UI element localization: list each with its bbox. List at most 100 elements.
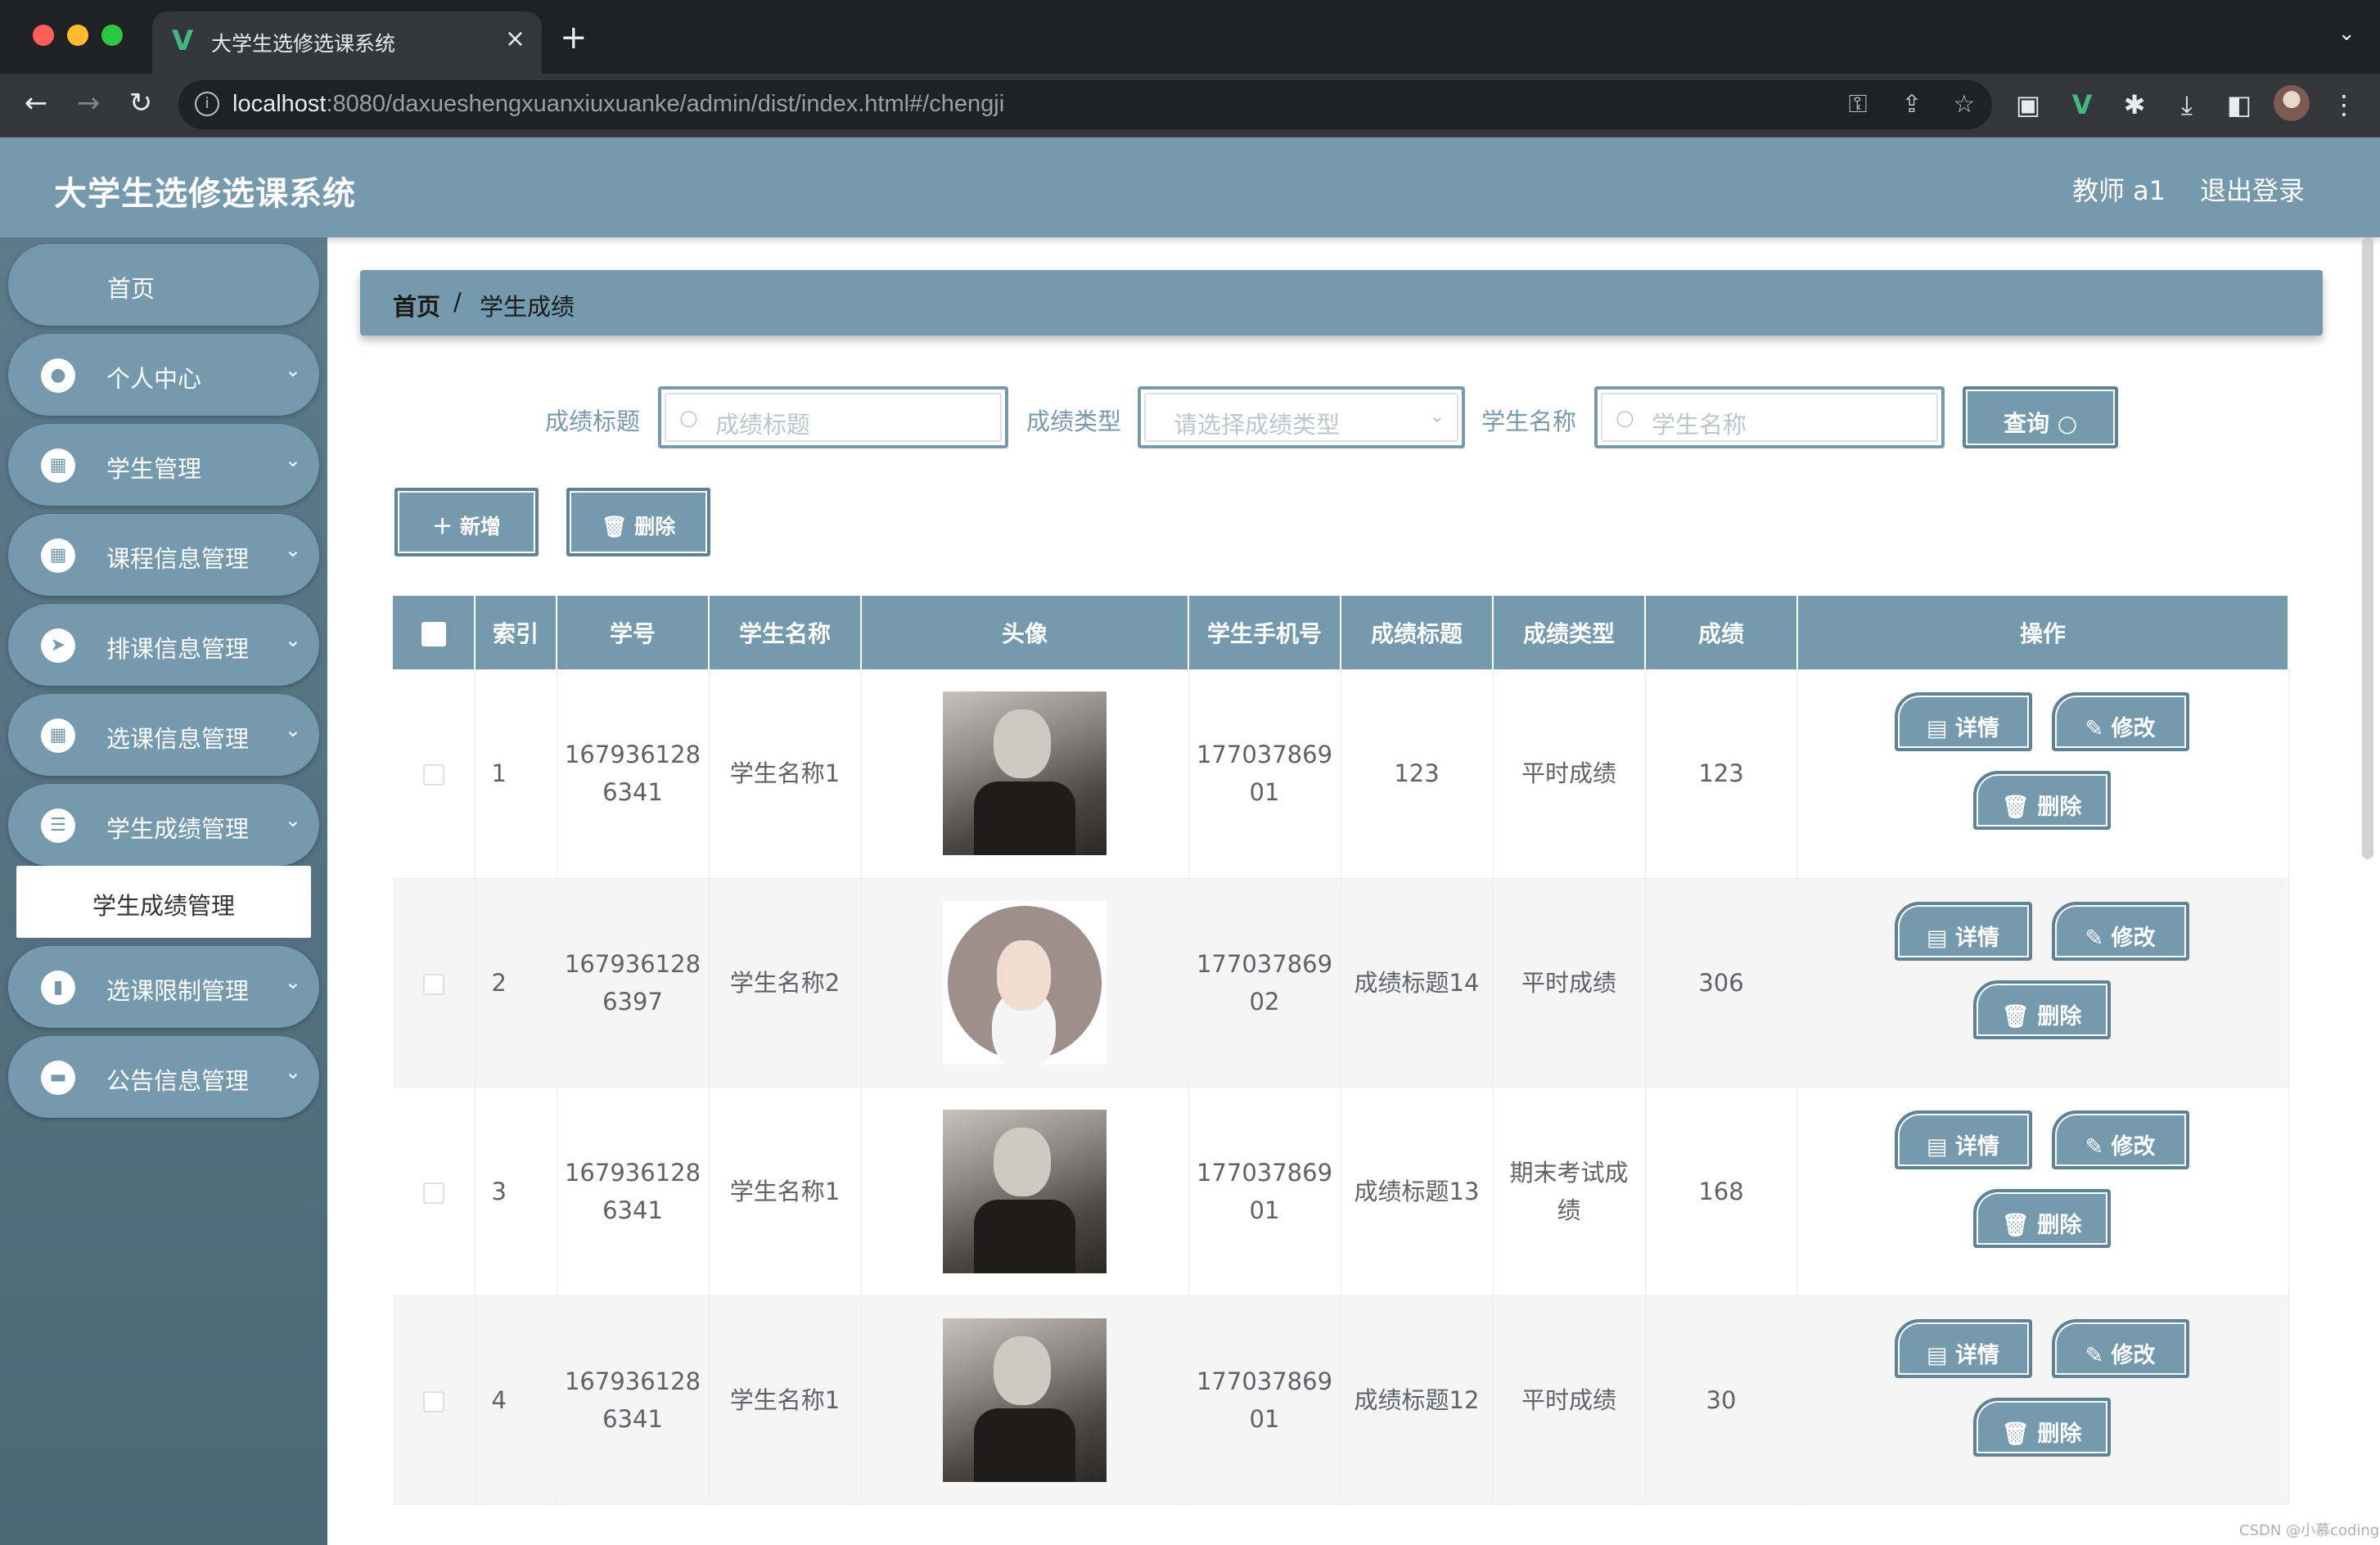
- reload-icon[interactable]: ↻: [123, 85, 159, 121]
- select-all-cell[interactable]: [393, 596, 476, 669]
- site-info-icon[interactable]: i: [195, 92, 219, 116]
- detail-button[interactable]: ▤ 详情: [1894, 901, 2032, 961]
- sidebar-item-courses[interactable]: ▦ 课程信息管理 ⌄: [8, 514, 319, 596]
- download-icon[interactable]: ⤓: [2169, 87, 2205, 123]
- cell-phone: 177037869 01: [1188, 669, 1341, 879]
- sidebar-item-home[interactable]: 首页: [8, 244, 319, 326]
- row-checkbox[interactable]: [422, 764, 444, 786]
- grid-icon: ▦: [41, 448, 75, 483]
- detail-button[interactable]: ▤ 详情: [1894, 1318, 2032, 1378]
- query-button[interactable]: 查询 ○: [1963, 386, 2118, 448]
- edit-button-label: ✎ 修改: [2085, 1133, 2156, 1160]
- student-name-label: 学生名称: [1481, 408, 1577, 435]
- cell-grade-title: 123: [1341, 669, 1494, 879]
- delete-button[interactable]: 🗑 删除: [1972, 1397, 2111, 1457]
- list-icon: ☰: [41, 809, 75, 843]
- detail-button[interactable]: ▤ 详情: [1894, 1110, 2032, 1169]
- add-button[interactable]: ＋ 新增: [394, 488, 539, 556]
- submenu-item-label: 学生成绩管理: [92, 892, 235, 920]
- sidebar-item-personal-center[interactable]: ● 个人中心 ⌄: [8, 334, 319, 416]
- page-scrollbar[interactable]: [2362, 237, 2373, 859]
- sidebar-item-scheduling[interactable]: ➤ 排课信息管理 ⌄: [8, 604, 319, 686]
- delete-button[interactable]: 🗑 删除: [1972, 1188, 2111, 1248]
- share-icon[interactable]: ⇪: [1895, 88, 1928, 121]
- edit-button[interactable]: ✎ 修改: [2051, 901, 2189, 961]
- search-icon: ○: [679, 406, 698, 430]
- delete-button-label: 🗑 删除: [2001, 1003, 2082, 1029]
- student-avatar-image: [943, 1318, 1107, 1482]
- edit-button-label: ✎ 修改: [2085, 925, 2156, 951]
- row-select-cell[interactable]: [393, 1295, 476, 1505]
- sidebar-item-label: 选课限制管理: [106, 977, 250, 1005]
- row-select-cell[interactable]: [393, 878, 476, 1088]
- table-row: 2 167936128 6397 学生名称2 177037869 02 成绩标题14 平时成绩…: [393, 878, 2289, 1088]
- extension-reader-icon[interactable]: ▣: [2010, 87, 2046, 123]
- cell-grade-type: 平时成绩: [1493, 878, 1646, 1088]
- header-avatar: 头像: [861, 596, 1189, 669]
- edit-button[interactable]: ✎ 修改: [2051, 692, 2189, 752]
- delete-button[interactable]: 🗑 删除: [1972, 980, 2111, 1039]
- row-select-cell[interactable]: [393, 1087, 476, 1296]
- cell-phone: 177037869 01: [1188, 1295, 1341, 1505]
- select-all-checkbox[interactable]: [421, 621, 446, 646]
- browser-menu-icon[interactable]: ⋮: [2326, 87, 2362, 123]
- sidebar-item-course-selection[interactable]: ▦ 选课信息管理 ⌄: [8, 694, 319, 776]
- edit-button[interactable]: ✎ 修改: [2051, 1110, 2189, 1169]
- cell-phone: 177037869 01: [1188, 1087, 1341, 1296]
- cell-grade-type: 期末考试成绩: [1493, 1087, 1646, 1296]
- cell-index: 2: [475, 878, 557, 1088]
- edit-button[interactable]: ✎ 修改: [2051, 1318, 2189, 1378]
- minimize-window-button[interactable]: [67, 25, 88, 46]
- maximize-window-button[interactable]: [101, 25, 123, 46]
- address-bar[interactable]: i localhost:8080/daxueshengxuanxiuxuanke…: [178, 80, 1992, 129]
- sidebar-item-students[interactable]: ▦ 学生管理 ⌄: [8, 424, 319, 506]
- logout-link[interactable]: 退出登录: [2200, 170, 2305, 208]
- sidebar-item-selection-limits[interactable]: ▮ 选课限制管理 ⌄: [8, 946, 319, 1028]
- close-window-button[interactable]: [33, 25, 54, 46]
- cell-grade-title: 成绩标题13: [1341, 1087, 1494, 1296]
- delete-button[interactable]: 🗑 删除: [1972, 771, 2111, 831]
- student-avatar-image: [943, 900, 1107, 1065]
- tab-close-icon[interactable]: ×: [505, 25, 525, 54]
- sidebar-item-announcements[interactable]: ▬ 公告信息管理 ⌄: [8, 1036, 319, 1118]
- vue-devtools-icon[interactable]: V: [2064, 87, 2100, 123]
- detail-button-label: ▤ 详情: [1927, 1342, 1999, 1368]
- tab-search-chevron-icon[interactable]: ⌄: [2337, 21, 2355, 46]
- detail-button-label: ▤ 详情: [1927, 925, 1999, 951]
- row-checkbox[interactable]: [422, 1182, 444, 1204]
- header-operations: 操作: [1797, 596, 2289, 669]
- edit-button-label: ✎ 修改: [2085, 1342, 2156, 1368]
- back-icon[interactable]: ←: [18, 85, 54, 121]
- side-panel-icon[interactable]: ◧: [2221, 87, 2257, 123]
- header-index: 索引: [475, 596, 557, 669]
- cell-grade-type: 平时成绩: [1493, 669, 1646, 879]
- row-checkbox[interactable]: [422, 1390, 444, 1412]
- header-grade-type: 成绩类型: [1493, 596, 1646, 669]
- header-grade-title: 成绩标题: [1341, 596, 1494, 669]
- breadcrumb-home[interactable]: 首页: [393, 288, 440, 322]
- grade-type-placeholder: 请选择成绩类型: [1174, 411, 1341, 439]
- chevron-down-icon: ⌄: [284, 448, 301, 471]
- extensions-puzzle-icon[interactable]: ✱: [2116, 87, 2152, 123]
- grade-title-placeholder: 成绩标题: [715, 411, 811, 439]
- bar-chart-icon: ▮: [41, 971, 75, 1005]
- student-no-text: 167936128 6341: [564, 1367, 701, 1433]
- student-name-input[interactable]: ○ 学生名称: [1594, 386, 1945, 448]
- bookmark-star-icon[interactable]: ☆: [1948, 88, 1981, 121]
- key-icon[interactable]: ⚿: [1841, 88, 1874, 121]
- row-checkbox[interactable]: [422, 973, 444, 995]
- browser-tab[interactable]: V 大学生选修选课系统 ×: [152, 11, 542, 74]
- grade-title-input[interactable]: ○ 成绩标题: [658, 386, 1008, 448]
- sidebar-item-grades[interactable]: ☰ 学生成绩管理 ⌄: [8, 784, 319, 866]
- forward-icon[interactable]: →: [70, 85, 106, 121]
- student-no-text: 167936128 6397: [564, 949, 701, 1016]
- profile-avatar[interactable]: [2274, 85, 2310, 121]
- row-select-cell[interactable]: [393, 669, 476, 879]
- grade-type-select[interactable]: 请选择成绩类型 ⌄: [1138, 386, 1465, 448]
- batch-delete-button[interactable]: 🗑 删除: [566, 488, 710, 556]
- detail-button[interactable]: ▤ 详情: [1894, 692, 2032, 752]
- submenu-item-grades-management[interactable]: 学生成绩管理: [16, 866, 311, 938]
- student-avatar-image: [943, 691, 1107, 856]
- sidebar-item-label: 个人中心: [106, 365, 202, 393]
- new-tab-icon[interactable]: +: [560, 21, 588, 54]
